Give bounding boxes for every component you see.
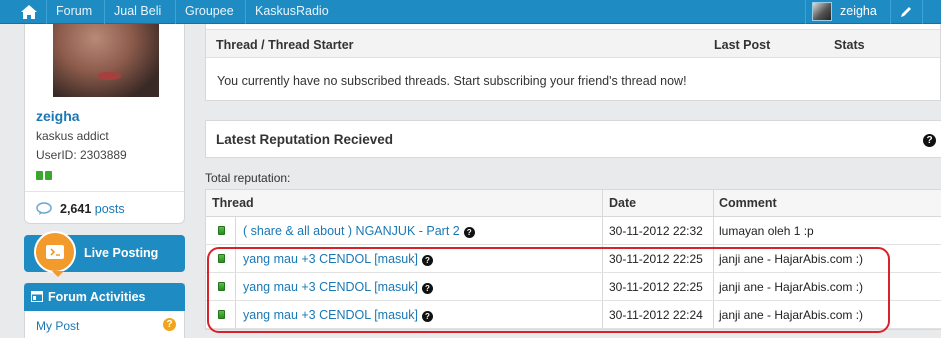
profile-name[interactable]: zeigha [36, 108, 80, 124]
forum-activities-icon [31, 291, 43, 302]
divider [25, 191, 184, 192]
row-date: 30-11-2012 22:25 [609, 280, 703, 294]
column-divider [235, 273, 236, 300]
table-row: ( share & all about ) NGANJUK - Part 2? … [206, 217, 941, 245]
nav-divider [245, 0, 246, 24]
table-row: yang mau +3 CENDOL [masuk]? 30-11-2012 2… [206, 245, 941, 273]
row-comment: janji ane - HajarAbis.com :) [719, 280, 864, 294]
column-divider [602, 217, 603, 244]
posts-chat-icon [36, 202, 52, 216]
table-row: yang mau +3 CENDOL [masuk]? 30-11-2012 2… [206, 301, 941, 329]
thread-link[interactable]: yang mau +3 CENDOL [masuk]? [243, 280, 433, 294]
help-icon[interactable]: ? [421, 311, 433, 322]
thread-link[interactable]: yang mau +3 CENDOL [masuk]? [243, 252, 433, 266]
nav-divider [805, 0, 806, 24]
subscribed-threads-header: Thread / Thread Starter Last Post Stats [206, 29, 940, 58]
reputation-gem-icon [218, 310, 225, 319]
row-comment: lumayan oleh 1 :p [719, 224, 814, 238]
subscribed-threads-panel: Thread / Thread Starter Last Post Stats … [205, 24, 941, 101]
post-count-link[interactable]: 2,641 posts [60, 202, 125, 216]
column-divider [602, 273, 603, 300]
column-divider [602, 301, 603, 328]
nav-item-kaskusradio[interactable]: KaskusRadio [247, 0, 337, 24]
posts-label: posts [94, 202, 125, 216]
column-divider [602, 245, 603, 272]
help-icon[interactable]: ? [421, 255, 433, 266]
thread-title: yang mau +3 CENDOL [masuk] [243, 308, 418, 322]
photo-detail [97, 72, 121, 80]
col-last-post[interactable]: Last Post [714, 38, 770, 52]
forum-activities-header: Forum Activities [24, 283, 185, 311]
profile-rank: kaskus addict [36, 129, 109, 143]
live-posting-icon [34, 231, 76, 273]
nav-item-jual-beli[interactable]: Jual Beli [106, 0, 169, 24]
nav-divider [890, 0, 891, 24]
column-divider [713, 245, 714, 272]
column-divider [235, 245, 236, 272]
live-posting-label: Live Posting [84, 246, 159, 260]
thread-link[interactable]: ( share & all about ) NGANJUK - Part 2? [243, 224, 475, 238]
empty-state-message: You currently have no subscribed threads… [217, 74, 687, 88]
column-divider [713, 301, 714, 328]
nav-divider [46, 0, 47, 24]
home-icon[interactable] [14, 3, 44, 21]
reputation-title: Latest Reputation Recieved [216, 132, 394, 147]
nav-item-forum[interactable]: Forum [48, 0, 100, 24]
col-thread-starter[interactable]: Thread / Thread Starter [216, 38, 354, 52]
post-count: 2,641 [60, 202, 92, 216]
row-date: 30-11-2012 22:25 [609, 252, 703, 266]
col-comment: Comment [719, 196, 777, 210]
col-thread: Thread [212, 196, 254, 210]
thread-title: ( share & all about ) NGANJUK - Part 2 [243, 224, 460, 238]
column-divider [235, 301, 236, 328]
reputation-gem-icon [36, 169, 52, 180]
edit-pencil-icon[interactable] [898, 4, 914, 20]
column-divider [713, 217, 714, 244]
col-date: Date [609, 196, 637, 210]
col-stats[interactable]: Stats [834, 38, 865, 52]
my-post-link[interactable]: My Post [36, 319, 79, 333]
help-icon[interactable]: ? [163, 318, 176, 331]
row-date: 30-11-2012 22:24 [609, 308, 703, 322]
reputation-gem-icon [218, 254, 225, 263]
table-header: Thread Date Comment [206, 190, 941, 217]
profile-card: zeigha kaskus addict UserID: 2303889 2,6… [24, 24, 185, 224]
profile-user-id: UserID: 2303889 [36, 148, 127, 162]
reputation-gem-icon [218, 226, 225, 235]
row-comment: janji ane - HajarAbis.com :) [719, 252, 864, 266]
total-reputation-label: Total reputation: [205, 171, 291, 185]
row-date: 30-11-2012 22:32 [609, 224, 703, 238]
nav-username: zeigha [840, 4, 877, 18]
badge-pointer [52, 271, 64, 277]
forum-activities-panel: Forum Activities My Post ? [24, 283, 185, 338]
column-divider [713, 190, 714, 216]
live-posting-button[interactable]: Live Posting [24, 231, 185, 277]
reputation-table: Thread Date Comment ( share & all about … [205, 189, 941, 330]
help-icon[interactable]: ? [463, 227, 475, 238]
column-divider [602, 190, 603, 216]
table-row: yang mau +3 CENDOL [masuk]? 30-11-2012 2… [206, 273, 941, 301]
help-icon[interactable]: ? [923, 134, 936, 147]
row-comment: janji ane - HajarAbis.com :) [719, 308, 864, 322]
thread-link[interactable]: yang mau +3 CENDOL [masuk]? [243, 308, 433, 322]
forum-activities-title: Forum Activities [48, 290, 146, 304]
reputation-gem-icon [218, 282, 225, 291]
reputation-panel-header: Latest Reputation Recieved ? [205, 120, 941, 158]
nav-divider [104, 0, 105, 24]
profile-photo[interactable] [53, 24, 159, 97]
thread-title: yang mau +3 CENDOL [masuk] [243, 252, 418, 266]
nav-item-groupee[interactable]: Groupee [177, 0, 242, 24]
thread-title: yang mau +3 CENDOL [masuk] [243, 280, 418, 294]
avatar [812, 2, 832, 21]
column-divider [235, 217, 236, 244]
top-navigation-bar: Forum Jual Beli Groupee KaskusRadio zeig… [0, 0, 941, 24]
column-divider [713, 273, 714, 300]
help-icon[interactable]: ? [421, 283, 433, 294]
nav-divider [922, 0, 923, 24]
nav-divider [175, 0, 176, 24]
